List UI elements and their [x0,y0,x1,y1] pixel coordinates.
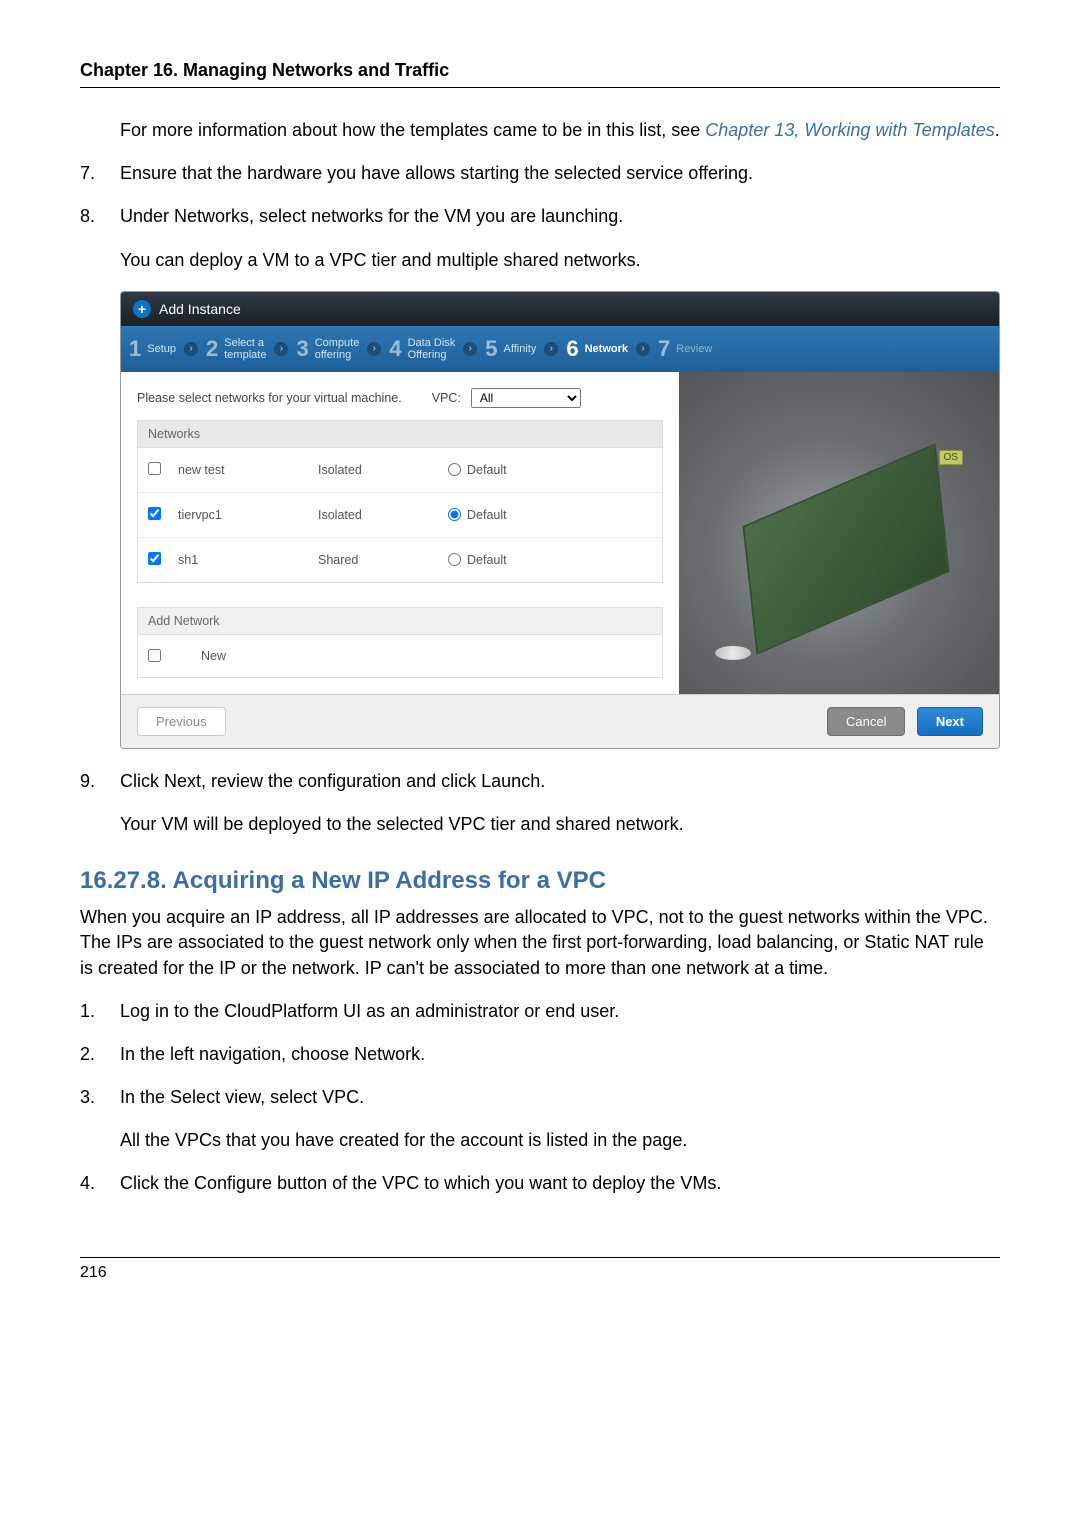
wizard-step-review[interactable]: 7Review [650,330,720,368]
wizard-step-affinity[interactable]: 5Affinity [477,330,544,368]
network-name: new test [178,463,318,477]
list-item: 1. Log in to the CloudPlatform UI as an … [80,999,1000,1024]
ordered-list-mid: 9. Click Next, review the configuration … [80,769,1000,837]
instruction-text: Please select networks for your virtual … [137,391,402,405]
network-type: Shared [318,553,448,567]
list-text: Click Next, review the configuration and… [120,771,545,791]
list-number: 7. [80,161,95,186]
network-type: Isolated [318,463,448,477]
network-checkbox-sh1[interactable] [148,552,161,565]
networks-header: Networks [137,420,663,447]
wizard-step-compute[interactable]: 3Compute offering [288,330,367,368]
chevron-right-icon: › [544,342,558,356]
plus-icon: + [133,300,151,318]
wizard-step-setup[interactable]: 1Setup [121,330,184,368]
ordered-list-bottom: 1. Log in to the CloudPlatform UI as an … [80,999,1000,1197]
network-type: Isolated [318,508,448,522]
networks-table: new test Isolated Default tiervpc1 Isola… [137,447,663,583]
cancel-button[interactable]: Cancel [827,707,905,736]
list-subtext: All the VPCs that you have created for t… [120,1128,1000,1153]
wizard-step-network[interactable]: 6Network [558,330,636,368]
list-number: 9. [80,769,95,794]
vpc-label: VPC: [432,391,461,405]
circuit-board-icon [743,443,950,655]
vpc-select[interactable]: All [471,388,581,408]
link-chapter-13[interactable]: Chapter 13, Working with Templates [705,120,994,140]
chevron-right-icon: › [636,342,650,356]
add-instance-screenshot: + Add Instance 1Setup› 2Select a templat… [120,291,1000,749]
network-checkbox-newtest[interactable] [148,462,161,475]
list-item: 2. In the left navigation, choose Networ… [80,1042,1000,1067]
illustration-panel: OS [679,372,999,694]
default-label: Default [467,553,507,567]
list-item: 9. Click Next, review the configuration … [80,769,1000,837]
list-subtext: You can deploy a VM to a VPC tier and mu… [120,248,1000,273]
network-selection-panel: Please select networks for your virtual … [121,372,679,694]
network-row: tiervpc1 Isolated Default [138,492,662,537]
list-item: 8. Under Networks, select networks for t… [80,204,1000,272]
network-name: sh1 [178,553,318,567]
default-radio-tiervpc1[interactable] [448,508,461,521]
list-text: Click the Configure button of the VPC to… [120,1173,721,1193]
add-network-label: New [201,649,226,663]
dialog-title: Add Instance [159,301,241,317]
os-badge: OS [939,450,963,465]
list-text: Under Networks, select networks for the … [120,206,623,226]
list-item: 4. Click the Configure button of the VPC… [80,1171,1000,1196]
wizard-step-template[interactable]: 2Select a template [198,330,274,368]
network-checkbox-tiervpc1[interactable] [148,507,161,520]
wizard-steps: 1Setup› 2Select a template› 3Compute off… [121,326,999,372]
list-number: 3. [80,1085,95,1110]
chevron-right-icon: › [367,342,381,356]
add-network-section: Add Network New [137,607,663,678]
chapter-title: Chapter 16. Managing Networks and Traffi… [80,60,1000,88]
disc-icon [715,646,751,660]
default-label: Default [467,463,507,477]
network-row: sh1 Shared Default [138,537,662,582]
list-text: In the Select view, select VPC. [120,1087,364,1107]
chevron-right-icon: › [274,342,288,356]
list-item: 3. In the Select view, select VPC. All t… [80,1085,1000,1153]
intro-paragraph: For more information about how the templ… [120,118,1000,143]
list-number: 2. [80,1042,95,1067]
add-network-checkbox[interactable] [148,649,161,662]
default-label: Default [467,508,507,522]
list-subtext: Your VM will be deployed to the selected… [120,812,1000,837]
page-footer: 216 [80,1257,1000,1282]
previous-button[interactable]: Previous [137,707,226,736]
add-network-header: Add Network [137,607,663,635]
list-number: 8. [80,204,95,229]
list-item: 7. Ensure that the hardware you have all… [80,161,1000,186]
intro-text-post: . [995,120,1000,140]
list-number: 1. [80,999,95,1024]
chevron-right-icon: › [463,342,477,356]
default-radio-newtest[interactable] [448,463,461,476]
intro-text-pre: For more information about how the templ… [120,120,705,140]
list-text: In the left navigation, choose Network. [120,1044,425,1064]
section-paragraph: When you acquire an IP address, all IP a… [80,905,1000,981]
network-row: new test Isolated Default [138,448,662,492]
dialog-header: + Add Instance [121,292,999,326]
wizard-step-datadisk[interactable]: 4Data Disk Offering [381,330,463,368]
section-heading: 16.27.8. Acquiring a New IP Address for … [80,867,1000,895]
dialog-footer: Previous Cancel Next [121,694,999,748]
default-radio-sh1[interactable] [448,553,461,566]
network-name: tiervpc1 [178,508,318,522]
next-button[interactable]: Next [917,707,983,736]
ordered-list-top: 7. Ensure that the hardware you have all… [80,161,1000,273]
page-number: 216 [80,1264,107,1281]
chevron-right-icon: › [184,342,198,356]
server-illustration: OS [679,372,999,694]
list-text: Ensure that the hardware you have allows… [120,163,753,183]
list-number: 4. [80,1171,95,1196]
list-text: Log in to the CloudPlatform UI as an adm… [120,1001,619,1021]
